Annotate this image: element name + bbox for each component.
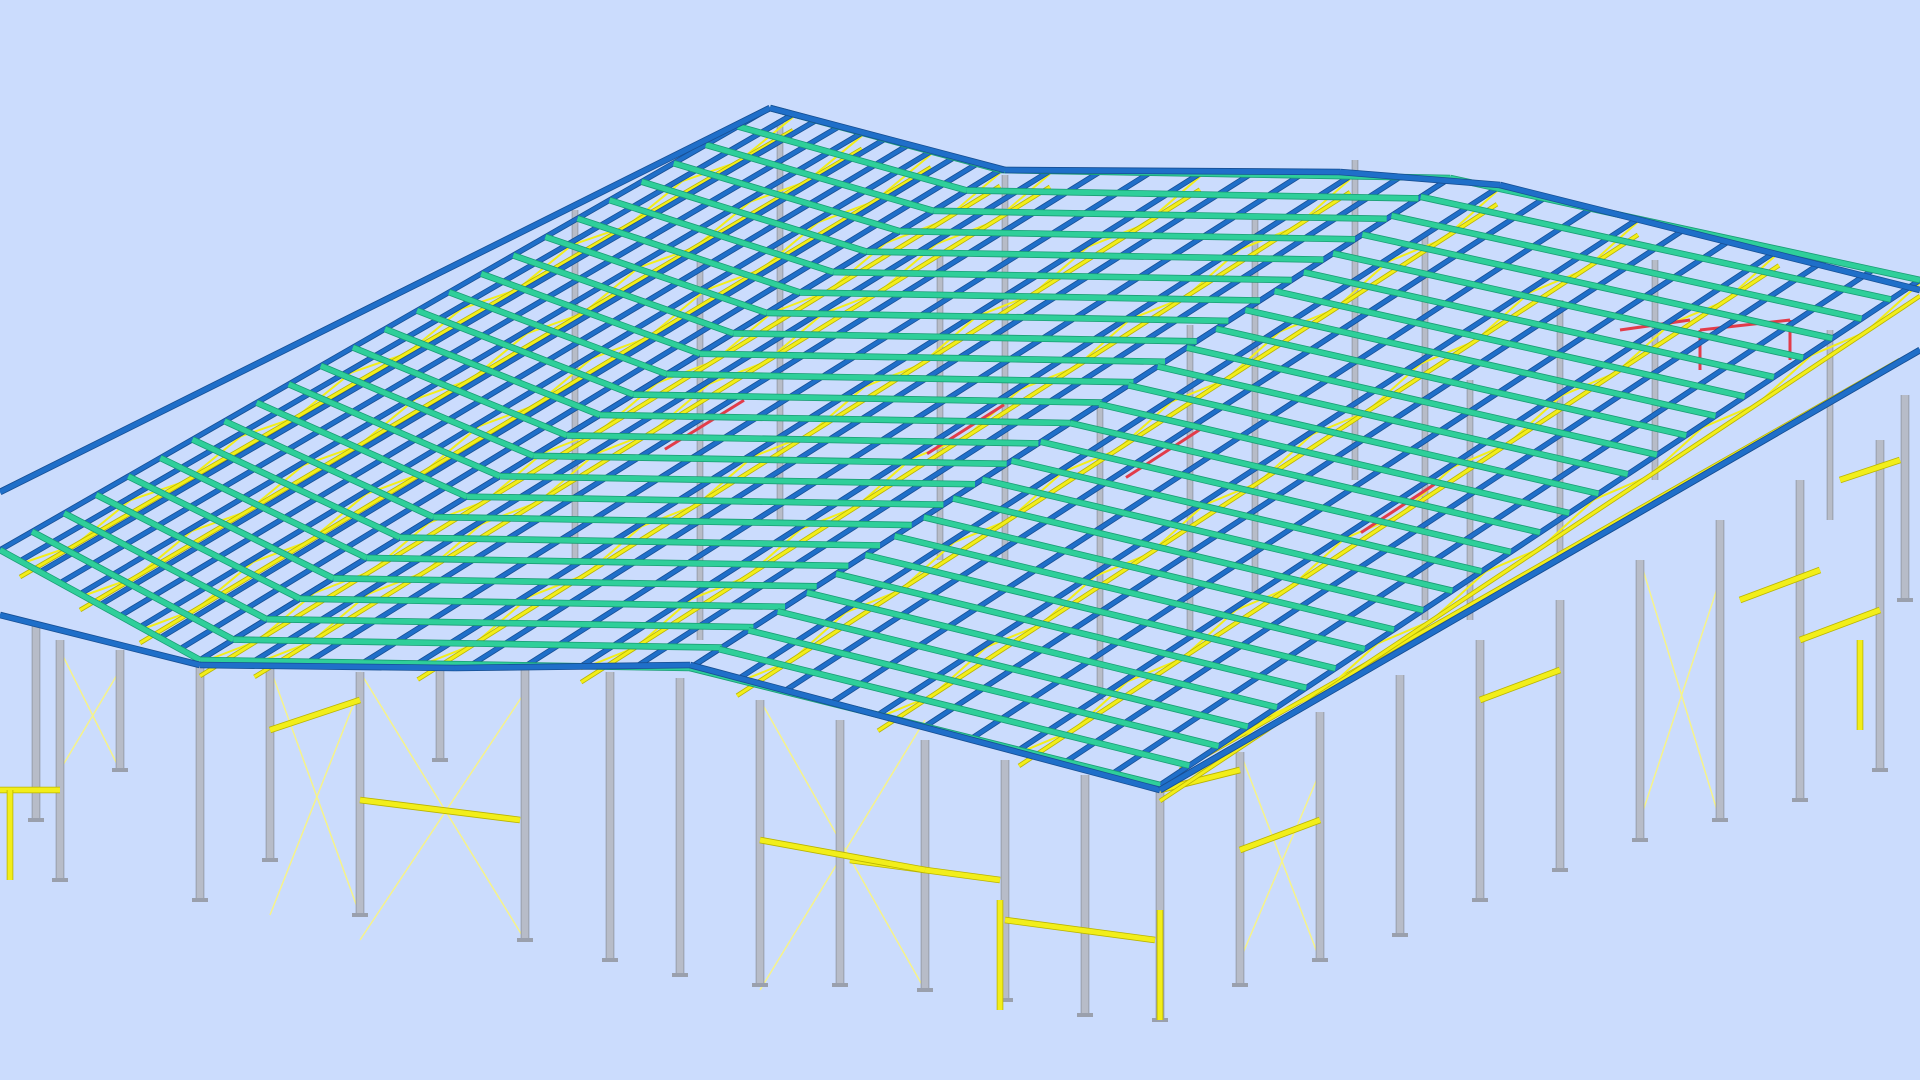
ridge-beam	[1004, 167, 1341, 175]
eave-beam	[454, 662, 691, 671]
eave-beam	[199, 662, 456, 671]
steel-frame-3d-model[interactable]	[0, 0, 1920, 1080]
model-viewport[interactable]	[0, 0, 1920, 1080]
